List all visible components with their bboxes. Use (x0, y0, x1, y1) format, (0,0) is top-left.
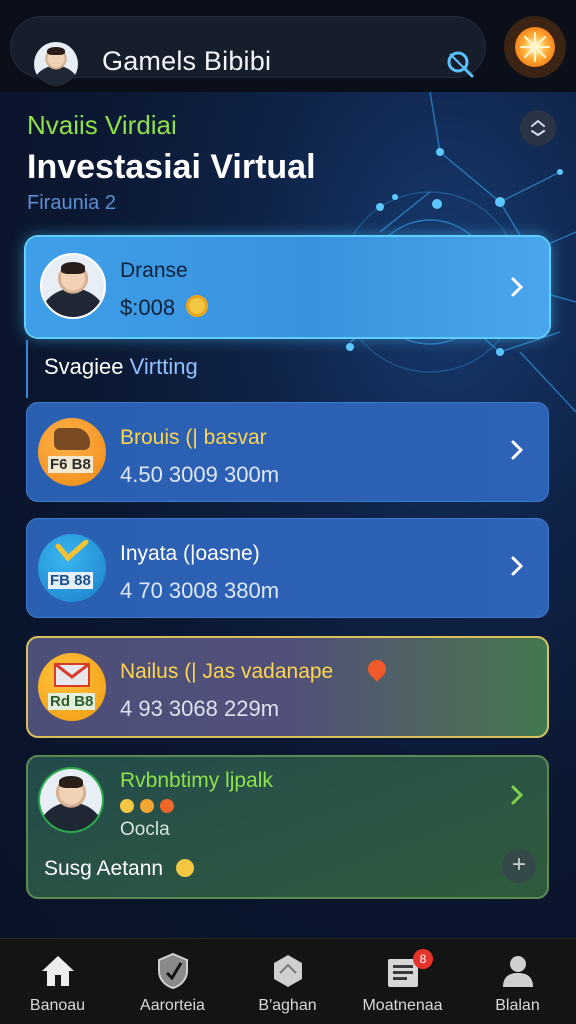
mail-grid-icon: Rd B8 (38, 653, 106, 721)
featured-investment-card[interactable]: Dranse $:008 (26, 237, 549, 337)
hero-eyebrow: Nvaiis Virdiai (27, 110, 177, 140)
featured-value: $:008 (120, 295, 176, 320)
bottom-navigation: Banoau Aarorteia B'aghan 8 Moatnenaa Bla… (0, 938, 576, 1024)
summary-sub: Oocla (120, 819, 170, 840)
page-subtitle: Firaunia 2 (27, 192, 116, 214)
nav-item-news[interactable]: 8 Moatnenaa (345, 939, 460, 1024)
header-pill[interactable]: Gamels Bibibi (10, 16, 486, 86)
home-icon (42, 956, 74, 986)
summary-avatar (40, 769, 102, 831)
notification-badge: 8 (413, 949, 433, 969)
app-title: Gamels Bibibi (102, 46, 272, 76)
profile-summary-card[interactable]: Rvbnbtimy ljpalk Oocla Susg Aetann + (26, 755, 549, 899)
investment-card-2[interactable]: FB 88 Inyata (|oasne) 4 70 3008 380m (26, 518, 549, 618)
card-icon-tag: Rd B8 (48, 693, 96, 710)
chart-bag-icon: F6 B8 (38, 418, 106, 486)
featured-avatar (40, 253, 106, 319)
top-bar: Gamels Bibibi (0, 0, 576, 92)
card-value: 4.50 3009 300m (120, 462, 280, 487)
chevron-right-icon[interactable] (505, 438, 529, 462)
card-title: Brouis (| basvar (120, 426, 267, 449)
nav-label: Blalan (495, 997, 540, 1014)
sun-button[interactable] (504, 16, 566, 78)
nav-label: B'aghan (258, 997, 317, 1014)
nav-label: Aarorteia (140, 997, 205, 1014)
card-title: Inyata (|oasne) (120, 542, 260, 565)
summary-footer: Susg Aetann (44, 857, 164, 880)
card-icon-tag: FB 88 (48, 572, 93, 589)
check-shield-icon (158, 952, 188, 990)
coin-icon (176, 859, 194, 877)
featured-title: Dranse (120, 259, 188, 282)
card-icon-tag: F6 B8 (48, 456, 93, 473)
section-label-prefix: Svagiee (44, 354, 124, 379)
search-icon[interactable] (442, 46, 478, 82)
check-grid-icon: FB 88 (38, 534, 106, 602)
page-title: Investasiai Virtual (27, 148, 316, 186)
add-button[interactable]: + (502, 849, 536, 883)
flame-icon (364, 656, 390, 682)
section-divider (26, 340, 28, 398)
coin-icon (186, 295, 208, 317)
section-label-accent: Virtting (129, 354, 198, 379)
investment-card-3[interactable]: Rd B8 Nailus (| Jas vadanape 4 93 3068 2… (26, 636, 549, 738)
section-label: Svagiee Virtting (44, 354, 198, 380)
nav-item-home[interactable]: Banoau (0, 939, 115, 1024)
collapse-button[interactable] (520, 110, 556, 146)
card-value: 4 93 3068 229m (120, 696, 280, 721)
chevron-right-icon[interactable] (505, 275, 529, 299)
hexagon-icon (274, 955, 302, 987)
profile-icon (503, 956, 533, 987)
swap-icon (531, 119, 545, 137)
nav-item-profile[interactable]: Blalan (460, 939, 575, 1024)
card-value: 4 70 3008 380m (120, 578, 280, 603)
chevron-right-icon[interactable] (505, 783, 529, 807)
nav-item-shield[interactable]: Aarorteia (115, 939, 230, 1024)
sun-icon (515, 27, 555, 67)
main-content: Nvaiis Virdiai Investasiai Virtual Firau… (0, 92, 576, 938)
card-title: Nailus (| Jas vadanape (120, 660, 334, 683)
nav-label: Moatnenaa (362, 997, 443, 1014)
investment-card-1[interactable]: F6 B8 Brouis (| basvar 4.50 3009 300m (26, 402, 549, 502)
reward-icons (120, 799, 180, 815)
summary-title: Rvbnbtimy ljpalk (120, 769, 273, 792)
nav-label: Banoau (29, 997, 86, 1014)
nav-item-hexagon[interactable]: B'aghan (230, 939, 345, 1024)
chevron-right-icon[interactable] (505, 554, 529, 578)
profile-avatar[interactable] (34, 42, 78, 86)
